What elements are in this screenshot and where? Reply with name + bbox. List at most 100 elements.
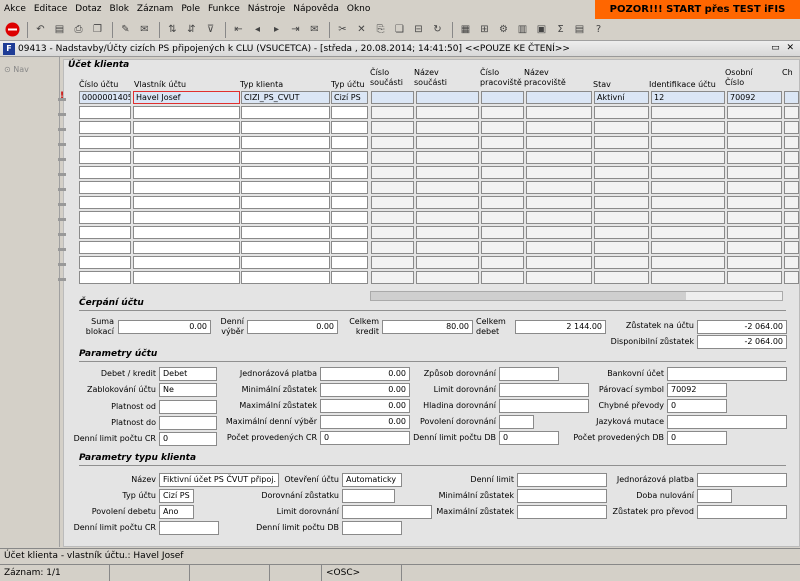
grid-cell[interactable] <box>79 196 131 209</box>
grid-cell[interactable] <box>594 136 649 149</box>
grid-cell[interactable] <box>651 166 725 179</box>
cell-cislo-uctu[interactable]: 0000001405 <box>79 91 131 104</box>
next-record-icon[interactable]: ▸ <box>268 21 285 38</box>
field-zustatek[interactable]: -2 064.00 <box>697 320 787 334</box>
grid-cell[interactable] <box>241 241 330 254</box>
field-otevreni[interactable]: Automaticky <box>342 473 402 487</box>
grid-cell[interactable] <box>371 151 414 164</box>
grid-cell[interactable] <box>331 136 368 149</box>
grid-cell[interactable] <box>241 166 330 179</box>
grid-cell[interactable] <box>481 271 524 284</box>
grid-cell[interactable] <box>79 166 131 179</box>
field-platnost-od[interactable] <box>159 400 217 414</box>
cell-nazev-pracoviste[interactable] <box>526 91 592 104</box>
cell-stav[interactable]: Aktivní <box>594 91 649 104</box>
grid-cell[interactable] <box>784 136 799 149</box>
grid-cell[interactable] <box>526 106 592 119</box>
row-indicator[interactable] <box>58 248 66 251</box>
copy-icon[interactable]: ❐ <box>89 21 106 38</box>
grid-cell[interactable] <box>727 271 782 284</box>
grid-cell[interactable] <box>784 151 799 164</box>
cell-typ-uctu[interactable]: Cizí PS <box>331 91 368 104</box>
cell-vlastnik[interactable]: Havel Josef <box>133 91 240 104</box>
grid-cell[interactable] <box>331 196 368 209</box>
clear-icon[interactable]: ⊟ <box>410 21 427 38</box>
grid-cell[interactable] <box>526 271 592 284</box>
grid-cell[interactable] <box>79 106 131 119</box>
calculator-icon[interactable]: ▦ <box>457 21 474 38</box>
row-indicator[interactable] <box>58 188 66 191</box>
field-parovaci[interactable]: 70092 <box>667 383 727 397</box>
field-jednorazova[interactable]: 0.00 <box>320 367 410 381</box>
row-indicator[interactable] <box>58 173 66 176</box>
undo-icon[interactable]: ↶ <box>32 21 49 38</box>
row-indicator[interactable] <box>58 203 66 206</box>
grid-horizontal-scrollbar[interactable] <box>370 291 783 301</box>
grid-cell[interactable] <box>481 211 524 224</box>
sort-desc-icon[interactable]: ⇵ <box>183 21 200 38</box>
grid-cell[interactable] <box>79 256 131 269</box>
grid-cell[interactable] <box>79 271 131 284</box>
grid-cell[interactable] <box>241 226 330 239</box>
scrollbar-thumb[interactable] <box>371 292 686 300</box>
sort-icon[interactable]: ⇅ <box>164 21 181 38</box>
grid-cell[interactable] <box>651 106 725 119</box>
menu-blok[interactable]: Blok <box>106 4 133 14</box>
grid-cell[interactable] <box>416 166 479 179</box>
grid-cell[interactable] <box>133 151 240 164</box>
grid-cell[interactable] <box>784 166 799 179</box>
refresh-icon[interactable]: ↻ <box>429 21 446 38</box>
grid-cell[interactable] <box>594 256 649 269</box>
field-typ-denni-db[interactable] <box>342 521 402 535</box>
grid-cell[interactable] <box>784 226 799 239</box>
grid-cell[interactable] <box>133 226 240 239</box>
grid-cell[interactable] <box>727 256 782 269</box>
grid-cell[interactable] <box>784 106 799 119</box>
field-bankovni-ucet[interactable] <box>667 367 787 381</box>
menu-dotaz[interactable]: Dotaz <box>71 4 105 14</box>
grid-cell[interactable] <box>241 256 330 269</box>
menu-pole[interactable]: Pole <box>177 4 204 14</box>
grid-cell[interactable] <box>79 121 131 134</box>
grid-cell[interactable] <box>371 241 414 254</box>
grid-cell[interactable] <box>331 151 368 164</box>
field-typ-denni-cr[interactable] <box>159 521 219 535</box>
grid-cell[interactable] <box>651 136 725 149</box>
last-record-icon[interactable]: ⇥ <box>287 21 304 38</box>
field-celkem-kredit[interactable]: 80.00 <box>382 320 473 334</box>
first-record-icon[interactable]: ⇤ <box>230 21 247 38</box>
menu-nastroje[interactable]: Nástroje <box>244 4 290 14</box>
window-buttons[interactable]: ▭ ✕ <box>771 43 796 53</box>
grid-cell[interactable] <box>241 121 330 134</box>
grid-cell[interactable] <box>481 196 524 209</box>
grid-cell[interactable] <box>727 241 782 254</box>
grid-cell[interactable] <box>241 106 330 119</box>
grid-cell[interactable] <box>784 196 799 209</box>
menu-akce[interactable]: Akce <box>0 4 30 14</box>
grid-cell[interactable] <box>727 136 782 149</box>
grid-cell[interactable] <box>594 181 649 194</box>
grid-cell[interactable] <box>371 106 414 119</box>
save-icon[interactable]: ▤ <box>51 21 68 38</box>
field-doba-nulovani[interactable] <box>697 489 732 503</box>
grid-cell[interactable] <box>416 256 479 269</box>
field-nazev[interactable]: Fiktivní účet PS ČVUT připoj. k <box>159 473 279 487</box>
grid-cell[interactable] <box>651 256 725 269</box>
field-zablokovani[interactable]: Ne <box>159 383 217 397</box>
grid-cell[interactable] <box>526 226 592 239</box>
grid-cell[interactable] <box>481 226 524 239</box>
menu-napoveda[interactable]: Nápověda <box>289 4 343 14</box>
grid-cell[interactable] <box>481 256 524 269</box>
row-indicator[interactable] <box>58 113 66 116</box>
field-debet-kredit[interactable]: Debet <box>159 367 217 381</box>
grid-cell[interactable] <box>371 271 414 284</box>
filter-icon[interactable]: ⊽ <box>202 21 219 38</box>
field-denni-limit-db[interactable]: 0 <box>499 431 559 445</box>
grid-cell[interactable] <box>241 151 330 164</box>
field-zpusob[interactable] <box>499 367 559 381</box>
row-indicator[interactable] <box>58 233 66 236</box>
cell-nazev-soucasti[interactable] <box>416 91 479 104</box>
field-disponibilni[interactable]: -2 064.00 <box>697 335 787 349</box>
field-chybne-prevody[interactable]: 0 <box>667 399 727 413</box>
grid-cell[interactable] <box>526 136 592 149</box>
